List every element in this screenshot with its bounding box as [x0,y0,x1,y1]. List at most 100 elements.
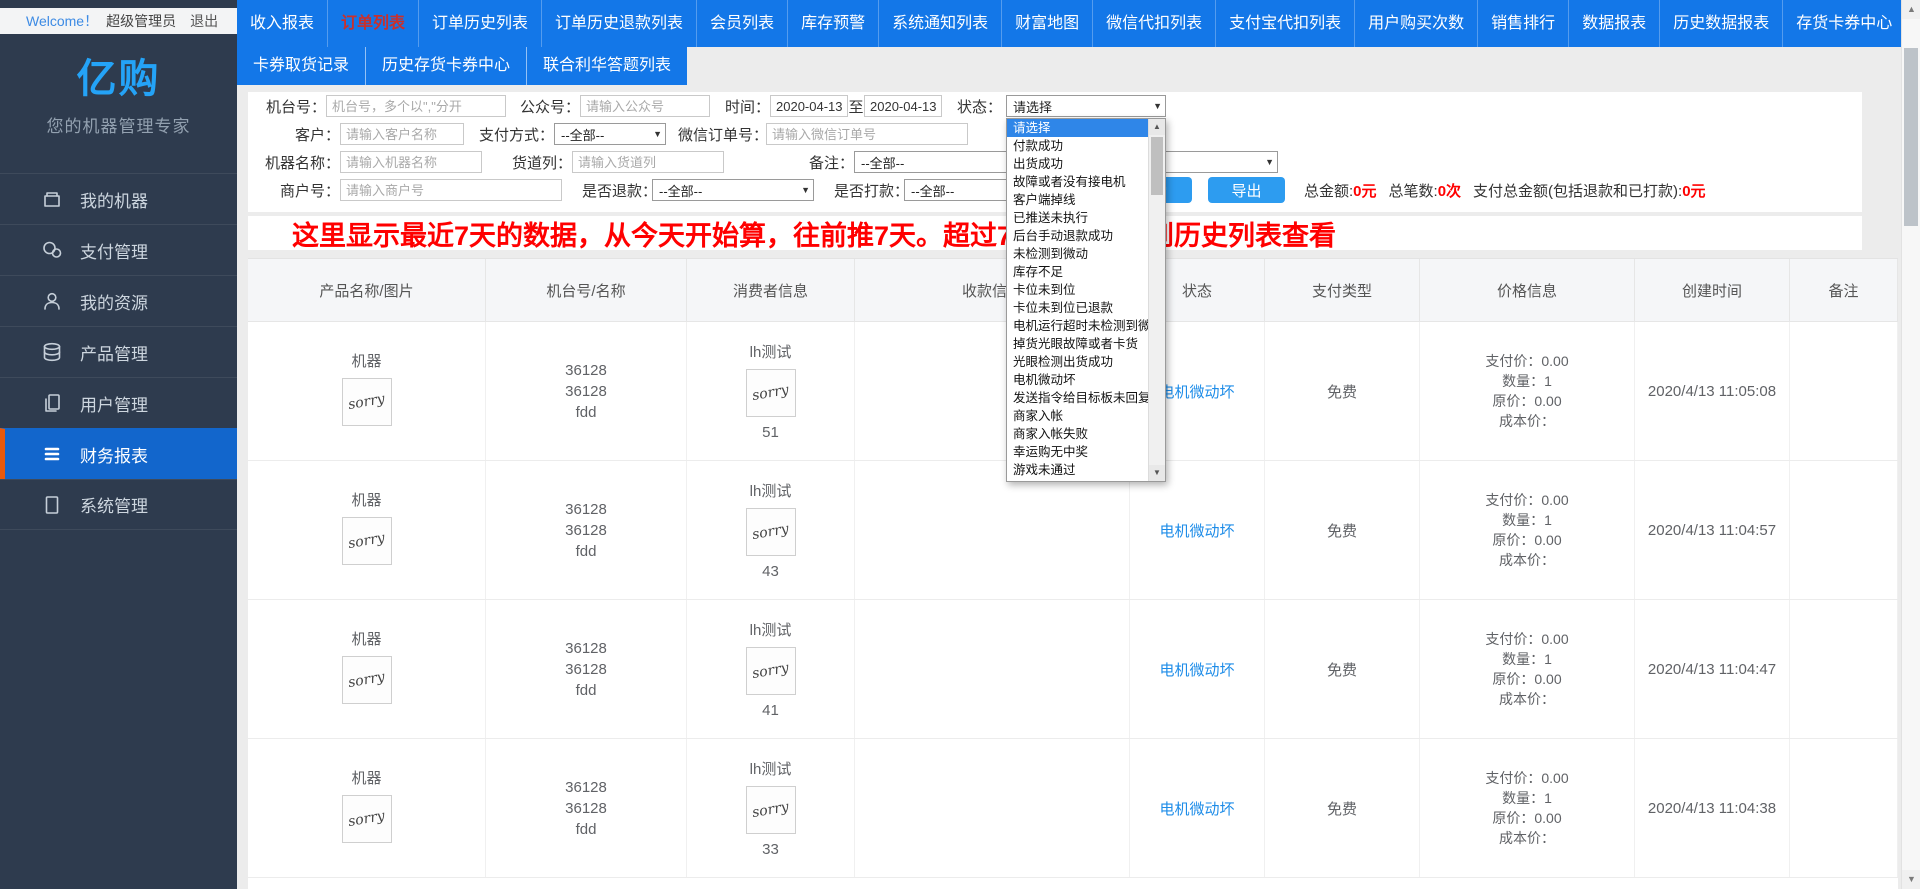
scroll-down-icon[interactable]: ▼ [1149,465,1165,481]
status-option[interactable]: 商家入帐失败 [1007,425,1150,443]
status-option[interactable]: 掉货光眼故障或者卡货 [1007,335,1150,353]
scroll-up-icon[interactable]: ▲ [1149,119,1165,135]
status-option[interactable]: 游戏未通过 [1007,461,1150,479]
status-link[interactable]: 电机微动坏 [1159,381,1234,402]
machine-cell: 36128 36128 fdd [486,739,687,877]
status-link[interactable]: 电机微动坏 [1159,520,1234,541]
col-machine: 机台号/名称 [486,259,687,321]
status-option[interactable]: 库存不足 [1007,263,1150,281]
app-tagline: 您的机器管理专家 [0,112,237,137]
tab-stored-coupon-center[interactable]: 存货卡券中心 [1783,0,1906,47]
tab-user-purchase-count[interactable]: 用户购买次数 [1355,0,1478,47]
pay-method-select[interactable]: --全部-- ▼ [554,123,666,145]
price-cost: 成本价： [1485,689,1568,709]
pay-type-cell: 免费 [1265,600,1420,738]
brand: 亿购 您的机器管理专家 [0,46,237,137]
consumer-name: lh测试 [750,480,792,501]
lane-input[interactable] [572,151,724,173]
tab-system-notices[interactable]: 系统通知列表 [879,0,1002,47]
sidebar-item-label: 我的资源 [80,289,148,314]
sidebar-item-label: 用户管理 [80,391,148,416]
sidebar-item-finance-reports[interactable]: 财务报表 [0,428,237,479]
sidebar-item-products[interactable]: 产品管理 [0,326,237,377]
status-option[interactable]: 故障或者没有接电机 [1007,173,1150,191]
col-product: 产品名称/图片 [248,259,486,321]
sidebar-item-resources[interactable]: 我的资源 [0,275,237,326]
status-option[interactable]: 幸运购无中奖 [1007,443,1150,461]
product-cell: 机器 sorry [248,600,486,738]
chevron-down-icon: ▼ [1153,101,1162,111]
price-cost: 成本价： [1485,828,1568,848]
status-option[interactable]: 请选择 [1007,119,1150,137]
status-option[interactable]: 未检测到微动 [1007,245,1150,263]
status-option[interactable]: 付款成功 [1007,137,1150,155]
chevron-down-icon: ▼ [1265,157,1274,167]
product-cell: 机器 sorry [248,322,486,460]
tab-wealth-map[interactable]: 财富地图 [1002,0,1093,47]
status-cell: 电机微动坏 [1130,600,1265,738]
tab-sales-ranking[interactable]: 销售排行 [1478,0,1569,47]
filter-panel: 机台号： 公众号： 时间： 至 状态： 请选择 ▼ 请选择 付款成功 出货成功 … [248,92,1862,212]
status-option[interactable]: 卡位未到位已退款 [1007,299,1150,317]
merchant-input[interactable] [340,179,562,201]
sidebar-item-system[interactable]: 系统管理 [0,479,237,530]
status-option[interactable]: 电机运行超时未检测到微动 [1007,317,1150,335]
sidebar-item-users[interactable]: 用户管理 [0,377,237,428]
tab-alipay-deduction[interactable]: 支付宝代扣列表 [1216,0,1355,47]
payment-info-cell [855,739,1130,877]
tab-income-report[interactable]: 收入报表 [237,0,328,47]
dropdown-scrollbar[interactable]: ▲ ▼ [1148,119,1165,481]
price-paid: 支付价：0.00 [1485,768,1568,788]
status-option[interactable]: 客户端掉线 [1007,191,1150,209]
wechat-order-input[interactable] [766,123,968,145]
tab-members[interactable]: 会员列表 [697,0,788,47]
tab-coupon-pickup-records[interactable]: 卡券取货记录 [237,47,366,85]
machine-no-input[interactable] [326,95,506,117]
tab-order-history-refund[interactable]: 订单历史退款列表 [542,0,697,47]
machine-name-input[interactable] [340,151,482,173]
status-option[interactable]: 电机微动坏 [1007,371,1150,389]
status-option[interactable]: 卡位未到位 [1007,281,1150,299]
sidebar-item-payment[interactable]: 支付管理 [0,224,237,275]
date-from-input[interactable] [770,95,848,117]
status-option[interactable]: 后台手动退款成功 [1007,227,1150,245]
status-option[interactable]: 已推送未执行 [1007,209,1150,227]
machine-id: 36128 [565,360,607,381]
price-cell: 支付价：0.00 数量：1 原价：0.00 成本价： [1420,461,1635,599]
sidebar-item-my-machines[interactable]: 我的机器 [0,173,237,224]
tab-wechat-deduction[interactable]: 微信代扣列表 [1093,0,1216,47]
tab-unilever-quiz-list[interactable]: 联合利华答题列表 [527,47,687,85]
scroll-down-icon[interactable]: ▼ [1902,870,1920,889]
broken-image-text: sorry [751,660,790,682]
consumer-count: 43 [762,563,779,580]
broken-image-placeholder: sorry [342,378,392,426]
status-option[interactable]: 商家入帐 [1007,407,1150,425]
tab-data-report[interactable]: 数据报表 [1569,0,1660,47]
consumer-cell: lh测试 sorry 41 [687,600,855,738]
refund-select[interactable]: --全部-- ▼ [652,179,814,201]
tab-stock-alert[interactable]: 库存预警 [788,0,879,47]
dropdown-scroll-thumb[interactable] [1151,137,1163,195]
date-to-input[interactable] [864,95,942,117]
export-button[interactable]: 导出 [1208,177,1285,203]
status-option[interactable]: 发送指令给目标板未回复 [1007,389,1150,407]
logout-link[interactable]: 退出 [190,11,218,31]
tab-history-stored-coupon-center[interactable]: 历史存货卡券中心 [366,47,527,85]
status-link[interactable]: 电机微动坏 [1159,798,1234,819]
status-option[interactable]: 光眼检测出货成功 [1007,353,1150,371]
customer-input[interactable] [340,123,464,145]
remark-cell [1790,461,1898,599]
page-scrollbar[interactable]: ▲ ▼ [1901,0,1920,889]
status-link[interactable]: 电机微动坏 [1159,659,1234,680]
official-account-input[interactable] [580,95,710,117]
scroll-up-icon[interactable]: ▲ [1902,0,1920,19]
product-name: 机器 [351,350,381,371]
status-option[interactable]: 出货成功 [1007,155,1150,173]
page-scroll-thumb[interactable] [1904,48,1918,226]
documents-icon [40,391,64,415]
status-select[interactable]: 请选择 ▼ [1006,95,1166,117]
tab-order-list[interactable]: 订单列表 [328,0,419,47]
tab-order-history[interactable]: 订单历史列表 [419,0,542,47]
machine-name: fdd [565,541,607,562]
tab-history-data-report[interactable]: 历史数据报表 [1660,0,1783,47]
